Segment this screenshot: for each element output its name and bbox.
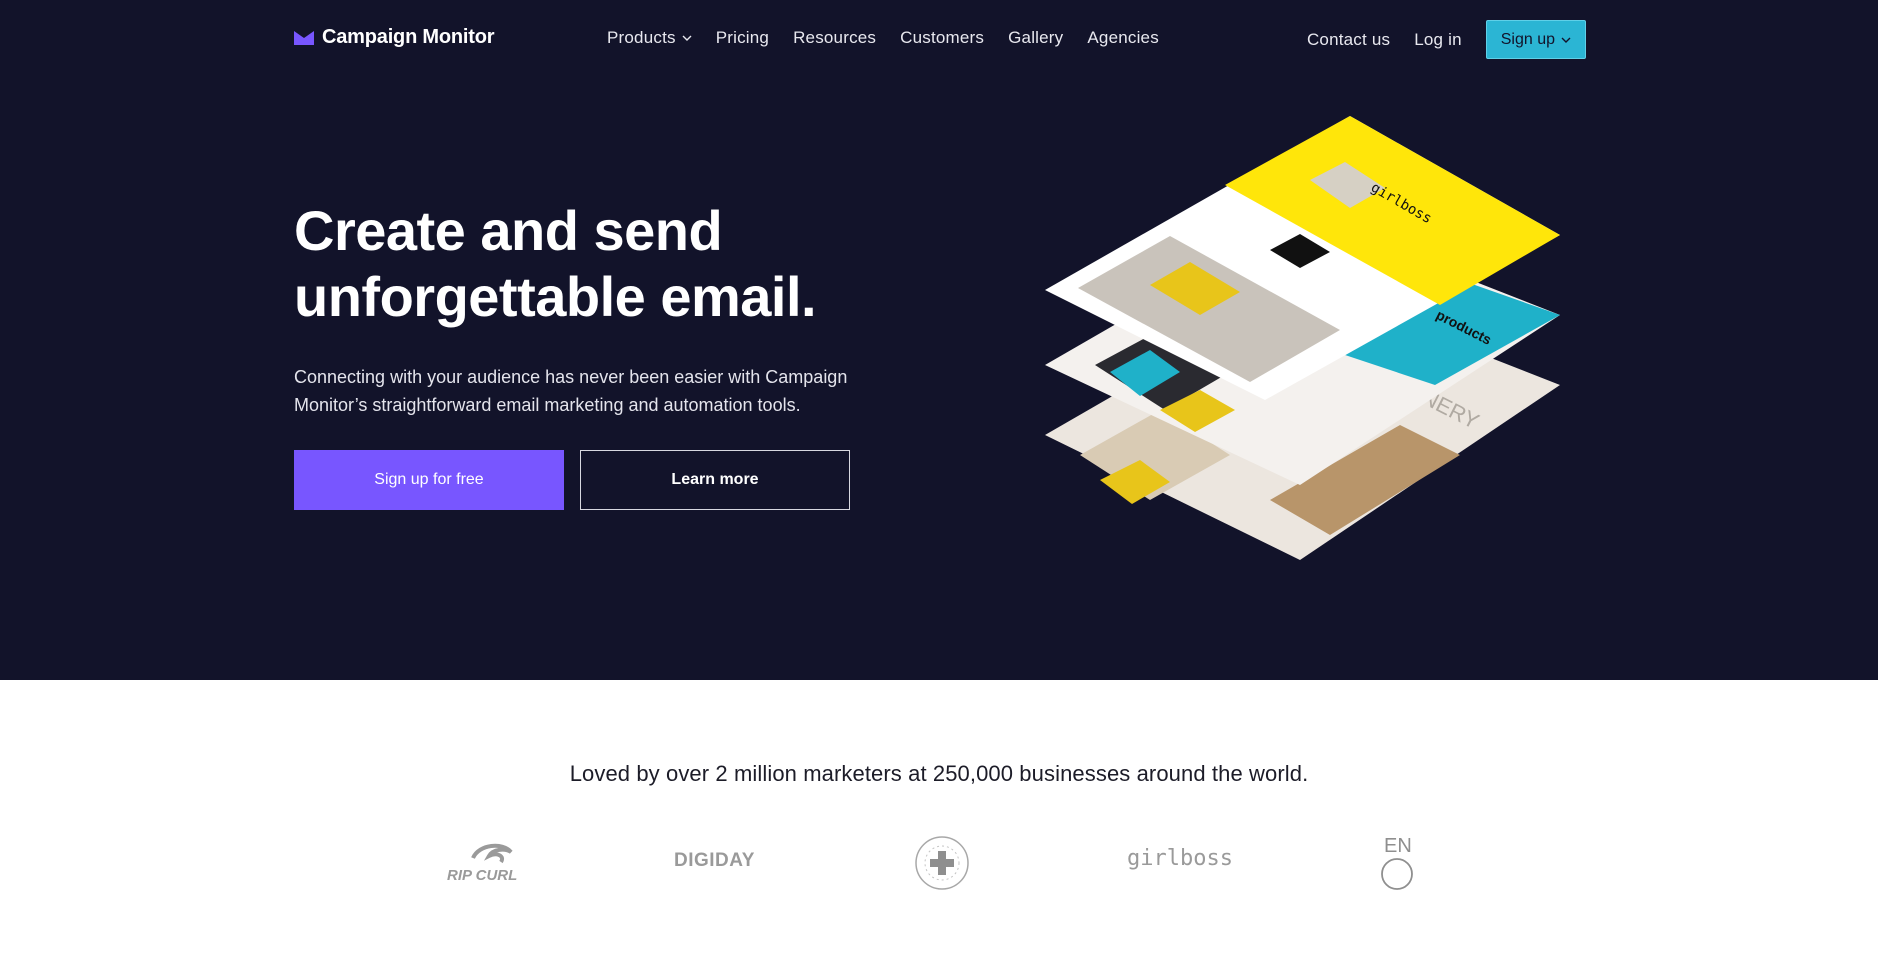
signup-free-button[interactable]: Sign up for free [294,450,564,510]
ripcurl-wave-icon: RIP CURL [447,843,517,884]
chevron-down-icon [1561,37,1571,43]
red-cross-seal-icon [915,836,969,890]
signup-button[interactable]: Sign up [1485,20,1586,59]
nav-products-label: Products [607,28,676,47]
envelope-logo-icon [294,30,314,45]
contact-us-link[interactable]: Contact us [1307,30,1390,50]
nav-right: Contact us Log in Sign up [1307,20,1586,59]
girlboss-logo: girlboss [1127,846,1233,871]
email-stack-illustration: NERY products girlboss [1045,116,1560,560]
hero-subtext: Connecting with your audience has never … [294,367,848,415]
nav-agencies[interactable]: Agencies [1087,28,1159,48]
brand-name: Campaign Monitor [322,26,495,48]
login-link[interactable]: Log in [1414,30,1462,50]
hero-cta-row: Sign up for free Learn more [294,450,850,510]
digiday-logo: DIGIDAY [674,850,755,871]
nav-resources[interactable]: Resources [793,28,876,48]
headline-line-1: Create and send [294,199,723,262]
signup-button-label: Sign up [1500,30,1555,48]
social-proof-tagline: Loved by over 2 million marketers at 250… [569,761,1309,786]
hero-headline: Create and send unforgettable email. [294,198,914,330]
nav-pricing[interactable]: Pricing [716,28,769,48]
brand-logo[interactable]: Campaign Monitor [294,26,495,49]
hero-section [0,0,1878,680]
ripcurl-wordmark: RIP CURL [447,867,517,884]
main-nav-links: Products Pricing Resources Customers Gal… [607,28,1183,48]
customer-logos: RIP CURL DIGIDAY girlboss EN [430,832,1450,892]
eno-logo: EN [1380,832,1420,899]
top-nav: Campaign Monitor Products Pricing Resour… [0,0,1878,80]
redcross-logo [913,834,971,897]
nav-gallery[interactable]: Gallery [1008,28,1063,48]
nav-products[interactable]: Products [607,28,692,48]
eno-wordmark: EN [1384,835,1412,857]
learn-more-button[interactable]: Learn more [580,450,850,510]
headline-line-2: unforgettable email. [294,265,817,328]
nav-customers[interactable]: Customers [900,28,984,48]
chevron-down-icon [682,35,692,41]
eno-mark-icon: EN [1381,835,1413,890]
ripcurl-logo: RIP CURL [445,840,537,889]
